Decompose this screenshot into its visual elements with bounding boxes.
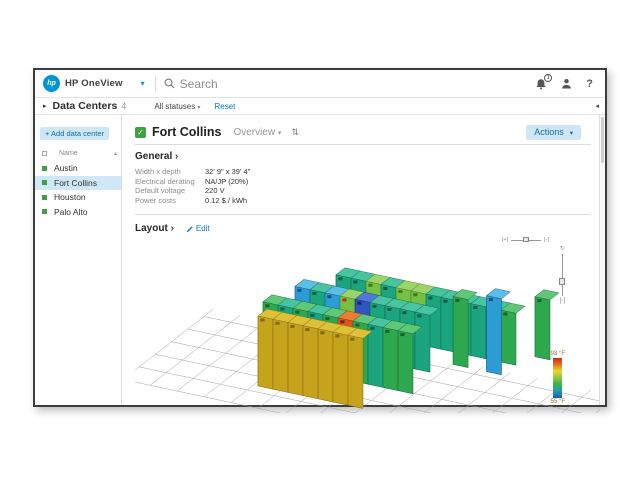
detail-pane: ✓ Fort Collins Overview ▾ ⇅ Actions▾ Gen… [122,115,605,405]
chevron-down-icon[interactable]: ▾ [141,79,145,88]
slider-handle[interactable] [523,237,529,242]
list-item-label: Austin [54,163,78,173]
slider-track[interactable] [511,240,541,241]
list-item-label: Houston [54,192,86,202]
search-bar[interactable] [164,77,536,91]
divider [155,75,156,93]
add-data-center-button[interactable]: + Add data center [40,127,109,140]
divider [135,144,591,145]
slider-minus-label: [-] [560,298,565,304]
alerts-count-badge: 1 [544,74,552,82]
list-item-label: Palo Alto [54,207,88,217]
resource-count: 4 [121,101,126,111]
panel-collapse-icon[interactable]: ◂ [595,102,599,110]
rotate-icon: ↻ [560,245,565,252]
panel-expand-icon[interactable]: ▸ [43,102,47,110]
field-default-voltage: Default voltage 220 V [135,186,591,196]
alerts-bell-icon[interactable]: 1 [535,78,547,90]
hp-logo-icon: hp [43,75,60,92]
breadcrumb[interactable]: Data Centers [53,100,118,112]
pin-activity-icon[interactable]: ⇅ [291,127,299,138]
chevron-down-icon: ▾ [278,130,282,137]
status-filter-dropdown[interactable]: All statuses ▾ [154,102,200,111]
field-width-depth: Width x depth 32' 9" x 39' 4" [135,167,591,177]
general-section-heading[interactable]: General › [135,151,591,162]
datacenter-list-panel: + Add data center Name ▴ Austin Fort Col… [35,115,122,405]
actions-button[interactable]: Actions▾ [526,125,581,140]
content-scrollbar[interactable] [599,115,605,405]
layout-3d-view[interactable]: [+] [-] ↻ [-] 93 °F 55 °F [135,236,591,413]
layout-section-heading[interactable]: Layout › [135,223,174,234]
status-column-icon [42,151,47,156]
breadcrumb-bar: ▸ Data Centers 4 All statuses ▾ Reset ◂ [35,98,605,115]
field-power-costs: Power costs 0.12 $ / kWh [135,196,591,206]
sidebar-item-austin[interactable]: Austin [35,161,121,176]
sort-arrow-icon[interactable]: ▴ [114,150,117,157]
page-title: Fort Collins [152,125,221,139]
pencil-icon [186,225,194,233]
search-input[interactable] [180,77,410,91]
hp-oneview-window: hp HP OneView ▾ 1 ? ▸ Data Centers 4 All… [33,68,607,407]
temp-max-label: 93 °F [551,351,565,357]
status-ok-icon [42,195,47,200]
temp-min-label: 55 °F [551,399,565,405]
slider-handle[interactable] [559,278,565,285]
edit-layout-link[interactable]: Edit [186,224,210,233]
search-icon [164,78,175,89]
zoom-slider[interactable]: ↻ [-] [560,245,565,304]
sidebar-item-fort-collins[interactable]: Fort Collins [35,176,121,191]
sidebar-item-palo-alto[interactable]: Palo Alto [35,205,121,220]
field-electrical-derating: Electrical derating NA/JP (20%) [135,177,591,187]
temp-gradient-bar [553,358,562,398]
status-ok-icon [42,209,47,214]
slider-minus-label: [-] [544,237,549,243]
status-ok-check-icon: ✓ [135,127,146,138]
status-ok-icon [42,180,47,185]
slider-track[interactable] [562,254,563,296]
view-selector-dropdown[interactable]: Overview ▾ [233,127,281,138]
sidebar-item-houston[interactable]: Houston [35,190,121,205]
user-icon[interactable] [561,78,572,89]
chevron-down-icon: ▾ [570,130,573,137]
chevron-down-icon: ▾ [197,105,200,111]
top-banner: hp HP OneView ▾ 1 ? [35,70,605,98]
temperature-legend: 93 °F 55 °F [551,351,565,405]
reset-filter-link[interactable]: Reset [214,102,235,111]
rotation-slider[interactable]: [+] [-] [502,237,549,243]
list-item-label: Fort Collins [54,178,97,188]
slider-plus-label: [+] [502,237,508,243]
divider [135,214,591,215]
status-ok-icon [42,166,47,171]
list-header[interactable]: Name ▴ [39,150,117,159]
product-name: HP OneView [65,78,123,89]
help-icon[interactable]: ? [586,78,593,90]
rack-isometric-canvas[interactable] [135,236,600,413]
name-column-header[interactable]: Name [59,150,78,157]
scrollbar-thumb[interactable] [601,117,604,163]
